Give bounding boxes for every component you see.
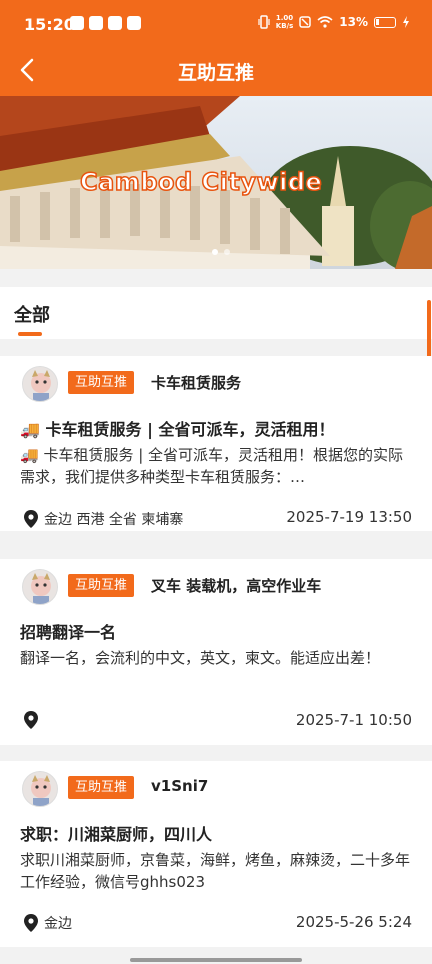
app-header: 15:20 1.00 KB/s 13% 互助互推 — [0, 0, 432, 96]
notification-icons — [70, 16, 141, 30]
category-tabs: 全部 — [0, 287, 432, 339]
carousel-indicator — [212, 249, 230, 255]
location-pin-icon — [24, 510, 38, 528]
app-notification-icon — [108, 16, 122, 30]
avatar — [22, 569, 58, 605]
post-description: 🚚 卡车租赁服务 | 全省可派车，灵活租用！根据您的实际需求，我们提供多种类型卡… — [20, 446, 404, 486]
location-text: 金边 — [44, 916, 72, 932]
charging-icon — [403, 16, 409, 28]
location-pin-icon — [24, 711, 38, 729]
post-tag: 互助互推 — [68, 371, 135, 394]
post-author: 叉车 装载机，高空作业车 — [151, 577, 322, 595]
battery-icon — [374, 16, 396, 28]
post-description: 求职川湘菜厨师，京鲁菜，海鲜，烤鱼，麻辣烫，二十多年工作经验，微信号ghhs02… — [20, 851, 411, 891]
network-speed: 1.00 KB/s — [275, 14, 294, 30]
tab-active-indicator — [18, 332, 42, 336]
post-card[interactable]: 互助互推 叉车 装载机，高空作业车 招聘翻译一名 翻译一名，会流利的中文，英文，… — [0, 559, 432, 745]
status-bar: 15:20 1.00 KB/s 13% — [0, 0, 432, 44]
tab-all[interactable]: 全部 — [14, 301, 50, 327]
post-location: 金边 — [24, 913, 72, 933]
post-date: 2025-5-26 5:24 — [295, 913, 412, 931]
page-title: 互助互推 — [177, 62, 254, 84]
mail-icon — [127, 16, 141, 30]
sim-icon — [299, 16, 312, 28]
post-location — [24, 711, 44, 729]
location-text: 金边 西港 全省 柬埔寨 — [44, 512, 184, 528]
home-indicator[interactable] — [130, 958, 302, 962]
post-author: v1Sni7 — [151, 777, 209, 795]
post-author: 卡车租赁服务 — [151, 374, 242, 392]
carousel-dot — [224, 249, 230, 255]
battery-level: 13% — [339, 15, 368, 29]
post-headline: 招聘翻译一名 — [20, 623, 117, 642]
wifi-icon — [317, 16, 333, 28]
status-time: 15:20 — [24, 15, 75, 34]
tiktok-icon — [89, 16, 103, 30]
avatar — [22, 366, 58, 402]
system-indicators: 1.00 KB/s 13% — [258, 14, 410, 30]
location-pin-icon — [24, 914, 38, 932]
post-date: 2025-7-1 10:50 — [295, 711, 412, 729]
post-card[interactable]: 互助互推 卡车租赁服务 🚚 卡车租赁服务 | 全省可派车，灵活租用！ 🚚 卡车租… — [0, 356, 432, 531]
banner-carousel[interactable]: Cambod Citywide — [0, 96, 432, 269]
post-tag: 互助互推 — [68, 574, 135, 597]
post-card[interactable]: 互助互推 v1Sni7 求职：川湘菜厨师，四川人 求职川湘菜厨师，京鲁菜，海鲜，… — [0, 761, 432, 947]
vibrate-icon — [258, 15, 270, 29]
app-notification-icon — [70, 16, 84, 30]
post-tag: 互助互推 — [68, 776, 135, 799]
post-headline: 求职：川湘菜厨师，四川人 — [20, 825, 213, 844]
post-headline: 🚚 卡车租赁服务 | 全省可派车，灵活租用！ — [20, 420, 335, 439]
post-location: 金边 西港 全省 柬埔寨 — [24, 509, 183, 529]
banner-title: Cambod Citywide — [79, 167, 323, 197]
post-description: 翻译一名，会流利的中文，英文，柬文。能适应出差！ — [20, 649, 381, 667]
avatar — [22, 771, 58, 807]
post-date: 2025-7-19 13:50 — [286, 508, 412, 526]
carousel-dot-active — [212, 249, 218, 255]
